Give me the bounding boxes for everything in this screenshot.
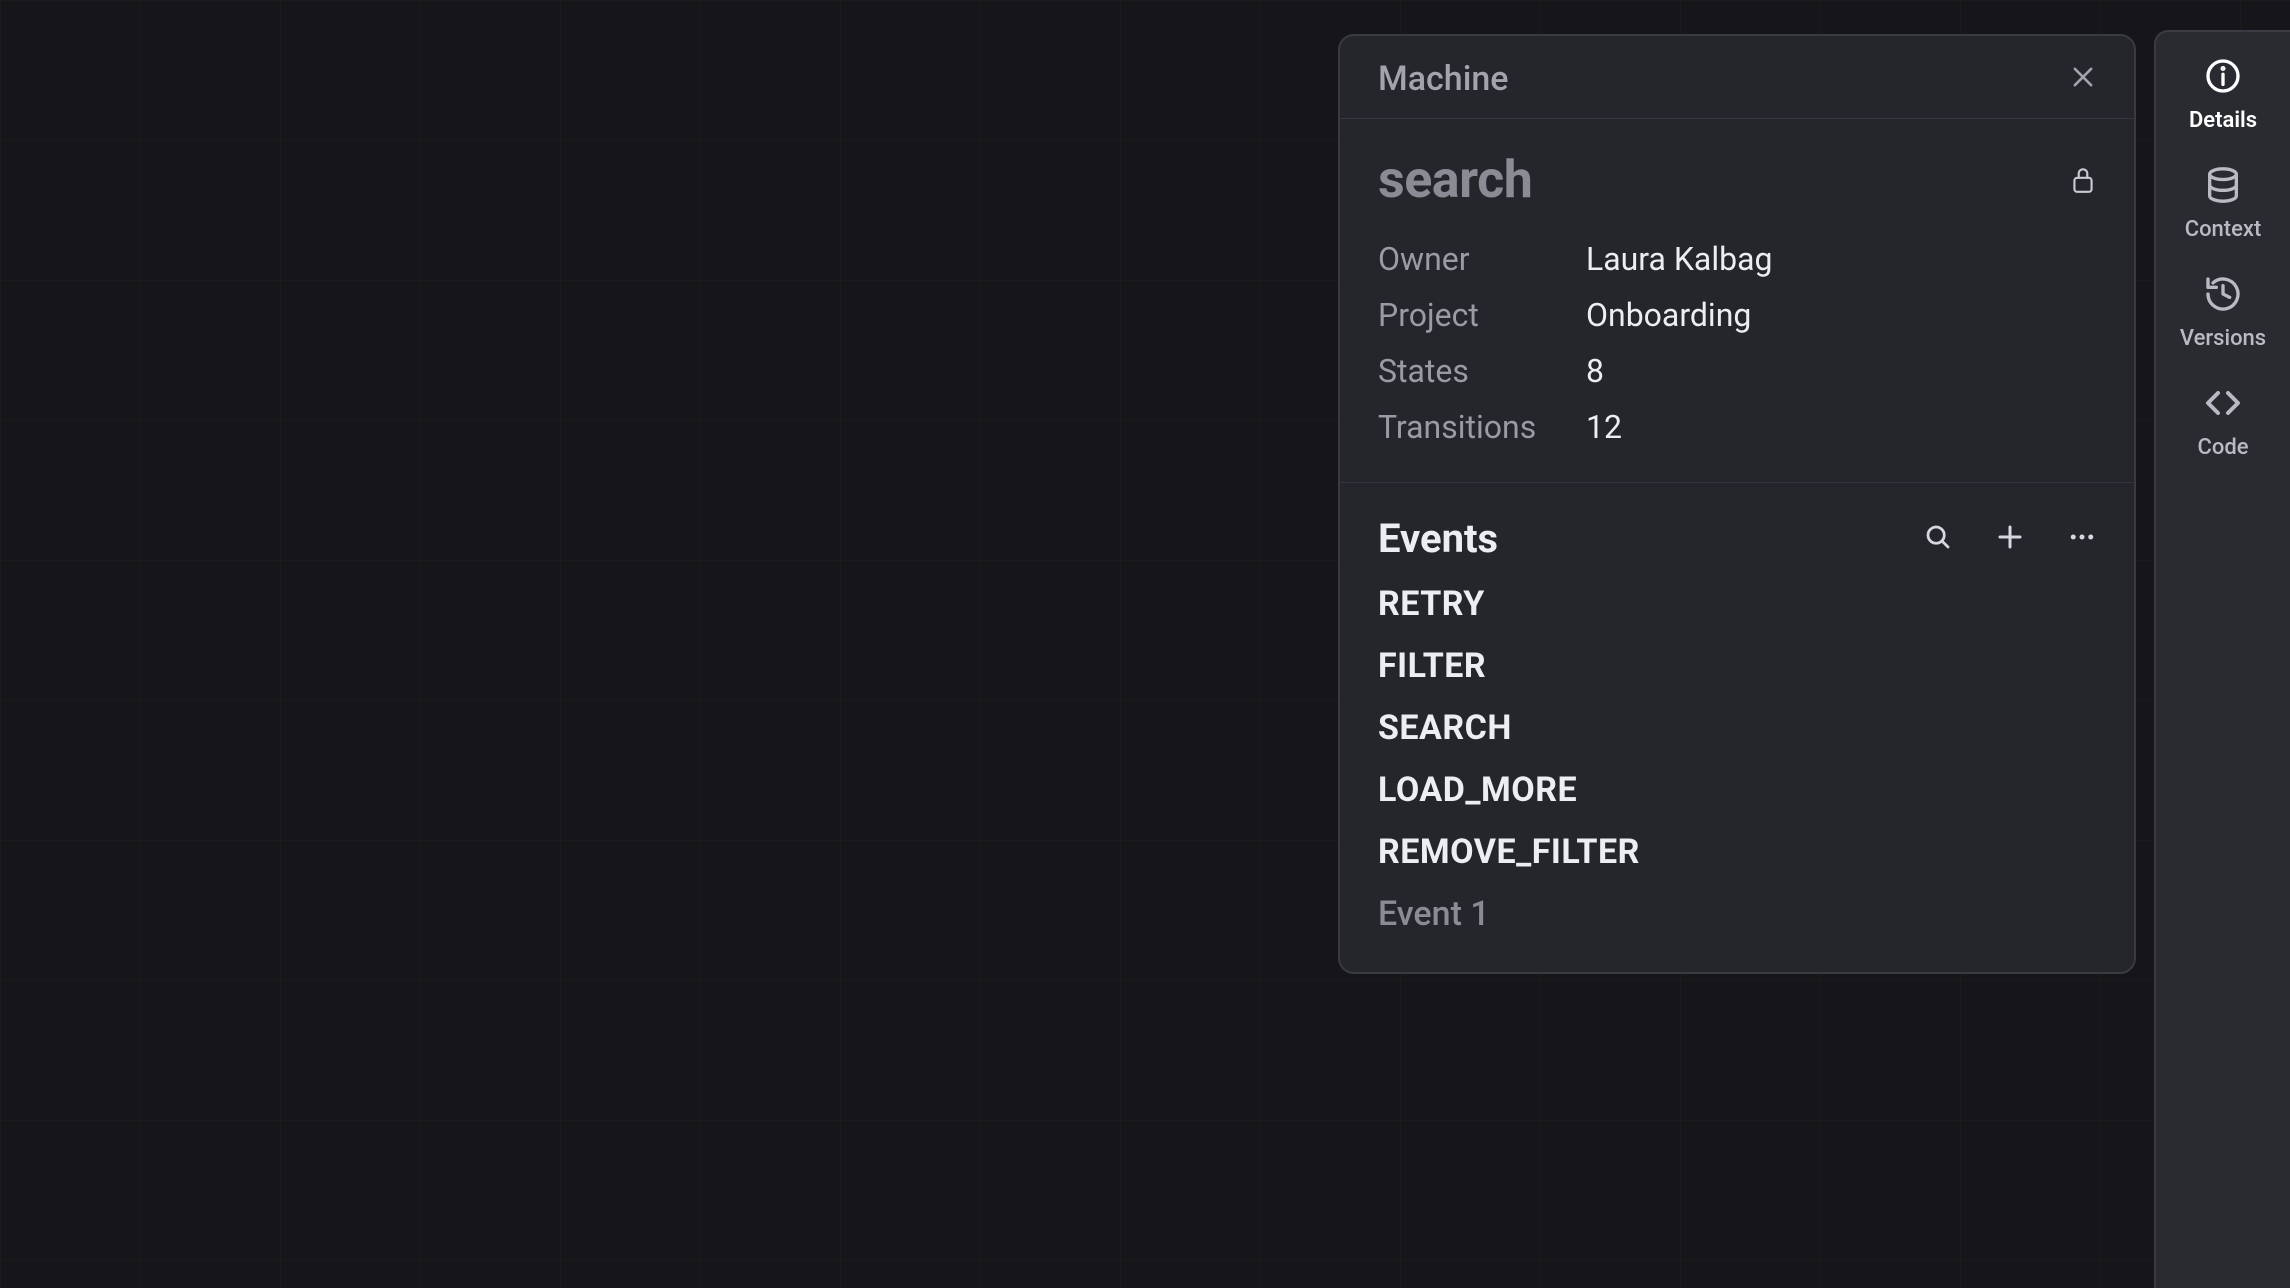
events-add-button[interactable] (1988, 517, 2032, 561)
meta-label-states: States (1378, 352, 1586, 390)
machine-name[interactable]: search (1378, 149, 1532, 210)
database-icon (2199, 161, 2247, 209)
events-header: Events (1340, 483, 2134, 570)
sidebar-item-code[interactable]: Code (2156, 379, 2290, 460)
history-icon (2199, 270, 2247, 318)
meta-label-transitions: Transitions (1378, 408, 1586, 446)
sidebar-item-details[interactable]: Details (2156, 52, 2290, 133)
machine-details-panel: Machine search Owner Laura Kalbag Projec… (1338, 34, 2136, 974)
sidebar-item-label: Code (2197, 435, 2248, 460)
sidebar-item-versions[interactable]: Versions (2156, 270, 2290, 351)
meta-value-owner[interactable]: Laura Kalbag (1586, 240, 1772, 278)
info-icon (2199, 52, 2247, 100)
event-item[interactable]: FILTER (1378, 646, 2096, 686)
event-add-placeholder[interactable]: Event 1 (1378, 894, 2096, 934)
event-item[interactable]: SEARCH (1378, 708, 2096, 748)
close-button[interactable] (2062, 58, 2104, 100)
right-sidebar: Details Context Versions Code (2154, 30, 2290, 1288)
meta-label-owner: Owner (1378, 240, 1586, 278)
event-item[interactable]: REMOVE_FILTER (1378, 832, 2096, 872)
panel-title: Machine (1378, 59, 1509, 99)
events-list: RETRY FILTER SEARCH LOAD_MORE REMOVE_FIL… (1340, 570, 2134, 972)
sidebar-item-label: Details (2189, 108, 2257, 133)
meta-value-transitions: 12 (1586, 408, 1622, 446)
meta-label-project: Project (1378, 296, 1586, 334)
events-actions (1916, 517, 2104, 561)
search-icon (1923, 522, 1953, 556)
code-icon (2199, 379, 2247, 427)
events-title: Events (1378, 515, 1916, 562)
meta-value-project[interactable]: Onboarding (1586, 296, 1751, 334)
meta-row-project: Project Onboarding (1378, 296, 2096, 334)
plus-icon (1995, 522, 2025, 556)
sidebar-item-context[interactable]: Context (2156, 161, 2290, 242)
close-icon (2069, 63, 2097, 95)
events-search-button[interactable] (1916, 517, 1960, 561)
sidebar-item-label: Versions (2180, 326, 2266, 351)
meta-row-owner: Owner Laura Kalbag (1378, 240, 2096, 278)
meta-row-transitions: Transitions 12 (1378, 408, 2096, 446)
panel-header: Machine (1340, 36, 2134, 119)
more-horizontal-icon (2067, 522, 2097, 556)
events-more-button[interactable] (2060, 517, 2104, 561)
meta-row-states: States 8 (1378, 352, 2096, 390)
machine-name-row: search (1340, 119, 2134, 228)
meta-value-states: 8 (1586, 352, 1604, 390)
sidebar-item-label: Context (2185, 217, 2262, 242)
event-item[interactable]: LOAD_MORE (1378, 770, 2096, 810)
machine-meta: Owner Laura Kalbag Project Onboarding St… (1340, 228, 2134, 482)
event-item[interactable]: RETRY (1378, 584, 2096, 624)
lock-icon (2070, 165, 2096, 195)
